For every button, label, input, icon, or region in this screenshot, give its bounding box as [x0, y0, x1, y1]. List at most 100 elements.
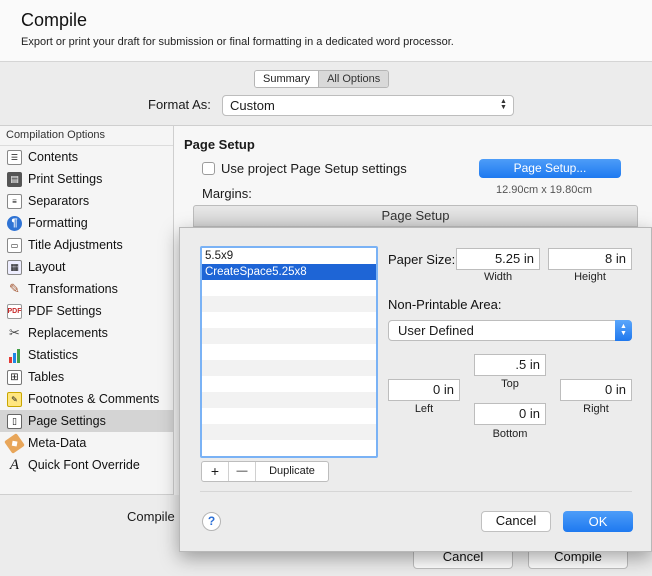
sidebar-item-label: Meta-Data — [28, 436, 87, 450]
sidebar-item-replacements[interactable]: ✂ Replacements — [0, 322, 173, 344]
sidebar-item-label: Quick Font Override — [28, 458, 140, 472]
sidebar-item-label: Replacements — [28, 326, 108, 340]
sidebar-item-page-settings[interactable]: ▯ Page Settings — [0, 410, 173, 432]
sidebar-item-title-adjustments[interactable]: ▭ Title Adjustments — [0, 234, 173, 256]
tables-icon: ⊞ — [7, 369, 22, 385]
page-setup-list[interactable]: 5.5x9 CreateSpace5.25x8 — [200, 246, 378, 458]
pdf-icon: PDF — [7, 303, 22, 319]
sidebar-item-label: Formatting — [28, 216, 88, 230]
tab-summary[interactable]: Summary — [255, 71, 320, 87]
title-adjustments-icon: ▭ — [7, 237, 22, 253]
sidebar-item-layout[interactable]: ▦ Layout — [0, 256, 173, 278]
sidebar-item-label: Title Adjustments — [28, 238, 123, 252]
sidebar-item-separators[interactable]: ≡ Separators — [0, 190, 173, 212]
format-as-select[interactable]: Custom ▲ ▼ — [222, 95, 514, 116]
format-as-label: Format As: — [148, 97, 211, 112]
list-row-empty — [202, 408, 376, 424]
bottom-margin-field[interactable]: 0 in — [474, 403, 546, 425]
page-setup-button[interactable]: Page Setup... — [479, 159, 621, 178]
layout-icon: ▦ — [7, 259, 22, 275]
list-item[interactable]: 5.5x9 — [202, 248, 376, 264]
sidebar-item-print-settings[interactable]: ▤ Print Settings — [0, 168, 173, 190]
page-dimensions: 12.90cm x 19.80cm — [496, 184, 592, 196]
sidebar-item-label: Contents — [28, 150, 79, 164]
page-settings-icon: ▯ — [7, 413, 22, 429]
bottom-caption: Bottom — [492, 428, 528, 440]
height-caption: Height — [574, 271, 606, 283]
left-caption: Left — [414, 403, 434, 415]
width-caption: Width — [483, 271, 513, 283]
compile-window: Compile Export or print your draft for s… — [0, 0, 652, 576]
left-margin-field[interactable]: 0 in — [388, 379, 460, 401]
list-row-empty — [202, 328, 376, 344]
transformations-icon: ✎ — [9, 281, 20, 296]
use-project-page-setup-label: Use project Page Setup settings — [221, 161, 407, 176]
duplicate-button[interactable]: Duplicate — [256, 462, 328, 481]
right-margin-field[interactable]: 0 in — [560, 379, 632, 401]
divider — [200, 491, 632, 492]
list-buttons: + — Duplicate — [201, 461, 329, 482]
add-button[interactable]: + — [202, 462, 229, 481]
sidebar-item-label: Transformations — [28, 282, 118, 296]
sidebar-item-label: Layout — [28, 260, 66, 274]
sidebar-item-label: Page Settings — [28, 414, 106, 428]
list-item-selected[interactable]: CreateSpace5.25x8 — [202, 264, 376, 280]
sidebar-item-tables[interactable]: ⊞ Tables — [0, 366, 173, 388]
list-row-empty — [202, 440, 376, 456]
sidebar-item-formatting[interactable]: ¶ Formatting — [0, 212, 173, 234]
tag-icon: ◆ — [4, 432, 25, 454]
contents-icon: ☰ — [7, 149, 22, 165]
font-icon: A — [9, 456, 20, 473]
list-row-empty — [202, 312, 376, 328]
paper-width-field[interactable]: 5.25 in — [456, 248, 540, 270]
list-row-empty — [202, 344, 376, 360]
use-project-page-setup-checkbox[interactable] — [202, 162, 215, 175]
replacements-icon: ✂ — [9, 325, 20, 340]
view-toggle: Summary All Options — [254, 70, 390, 88]
sidebar-item-quick-font-override[interactable]: A Quick Font Override — [0, 454, 173, 476]
compilation-options-sidebar: Compilation Options ☰ Contents ▤ Print S… — [0, 125, 174, 495]
top-caption: Top — [501, 378, 519, 390]
window-subtitle: Export or print your draft for submissio… — [21, 36, 454, 48]
right-caption: Right — [583, 403, 609, 415]
format-as-value: Custom — [230, 98, 275, 113]
sidebar-item-statistics[interactable]: Statistics — [0, 344, 173, 366]
sidebar-item-label: Tables — [28, 370, 65, 384]
list-row-empty — [202, 280, 376, 296]
pane-title: Page Setup — [184, 137, 255, 152]
list-row-empty — [202, 296, 376, 312]
sidebar-item-pdf-settings[interactable]: PDF PDF Settings — [0, 300, 173, 322]
formatting-icon: ¶ — [7, 215, 22, 231]
separators-icon: ≡ — [7, 193, 22, 209]
remove-button[interactable]: — — [229, 462, 256, 481]
paper-size-label: Paper Size: — [388, 252, 456, 267]
printer-icon: ▤ — [7, 171, 22, 187]
tab-all-options[interactable]: All Options — [319, 71, 389, 87]
sidebar-item-contents[interactable]: ☰ Contents — [0, 146, 173, 168]
sidebar-item-footnotes-comments[interactable]: ✎ Footnotes & Comments — [0, 388, 173, 410]
sidebar-item-label: Footnotes & Comments — [28, 392, 160, 406]
list-row-empty — [202, 360, 376, 376]
header: Compile Export or print your draft for s… — [0, 0, 652, 62]
sidebar-heading: Compilation Options — [0, 126, 173, 146]
top-margin-field[interactable]: .5 in — [474, 354, 546, 376]
list-row-empty — [202, 376, 376, 392]
ok-button[interactable]: OK — [563, 511, 633, 532]
updown-chevron-icon: ▲ ▼ — [500, 98, 507, 111]
list-row-empty — [202, 424, 376, 440]
non-printable-area-select[interactable]: User Defined ▲ ▼ — [388, 320, 632, 341]
dialog-cancel-button[interactable]: Cancel — [481, 511, 551, 532]
sidebar-item-meta-data[interactable]: ◆ Meta-Data — [0, 432, 173, 454]
page-setup-dialog: 5.5x9 CreateSpace5.25x8 + — Duplicate Pa… — [179, 227, 652, 552]
sidebar-item-label: Print Settings — [28, 172, 103, 186]
paper-height-field[interactable]: 8 in — [548, 248, 632, 270]
statistics-icon — [7, 348, 22, 363]
sidebar-item-label: Separators — [28, 194, 90, 208]
compile-for-label: Compile — [127, 509, 175, 524]
updown-chevron-icon: ▲ ▼ — [615, 320, 632, 341]
sidebar-item-transformations[interactable]: ✎ Transformations — [0, 278, 173, 300]
help-icon[interactable]: ? — [202, 512, 221, 531]
page-setup-sheet-titlebar: Page Setup — [193, 205, 638, 227]
sidebar-item-label: PDF Settings — [28, 304, 102, 318]
margins-label: Margins: — [202, 186, 252, 201]
